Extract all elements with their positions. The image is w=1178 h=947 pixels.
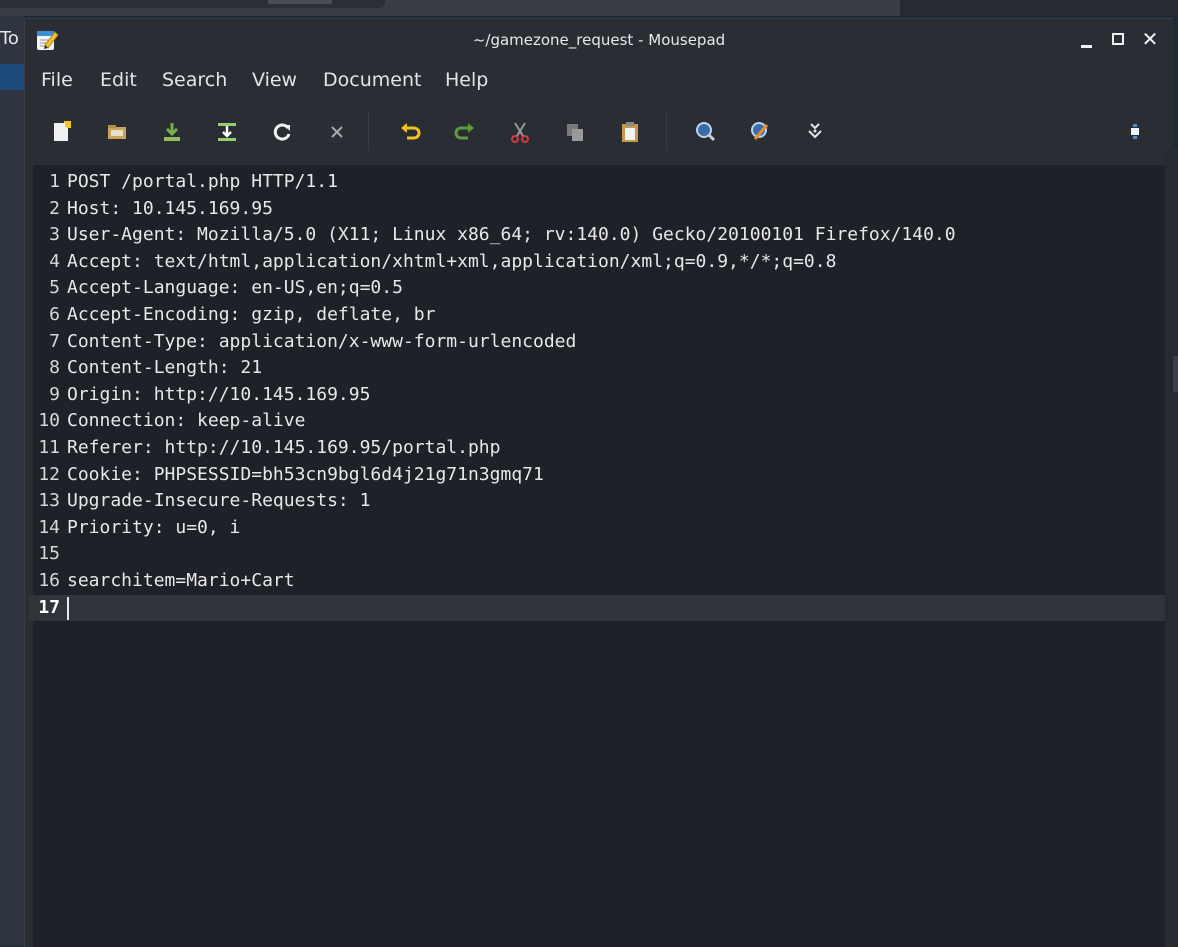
line-text: Connection: keep-alive	[67, 410, 306, 432]
editor-line[interactable]: 2 Host: 10.145.169.95	[29, 196, 1165, 223]
paste-icon[interactable]	[617, 119, 643, 145]
line-number: 8	[49, 357, 60, 379]
background-window-top	[0, 0, 900, 16]
line-number: 6	[49, 304, 60, 325]
background-selection	[0, 64, 24, 90]
line-number: 13	[38, 490, 60, 512]
text-cursor	[67, 596, 69, 620]
redo-icon[interactable]	[452, 119, 478, 145]
line-text: Accept-Language: en-US,en;q=0.5	[67, 277, 403, 299]
line-number: 9	[49, 383, 60, 405]
editor-line[interactable]: 12 Cookie: PHPSESSID=bh53cn9bgl6d4j21g71n…	[29, 462, 1165, 489]
menu-file[interactable]: File	[41, 69, 73, 91]
line-text: Priority: u=0, i	[67, 516, 241, 538]
line-text: Content-Length: 21	[67, 357, 263, 379]
menu-edit[interactable]: Edit	[100, 69, 137, 91]
line-number: 10	[38, 410, 60, 432]
line-number: 5	[49, 277, 60, 299]
editor-line[interactable]: 10 Connection: keep-alive	[29, 408, 1165, 435]
menu-help[interactable]: Help	[445, 69, 488, 91]
close-window-button[interactable]: ✕	[1140, 29, 1160, 49]
scrollbar-track[interactable]	[1165, 148, 1178, 946]
mousepad-window: ~/gamezone_request - Mousepad ✕ File Edi…	[24, 18, 1173, 947]
line-number: 2	[49, 197, 60, 219]
save-as-icon[interactable]	[214, 119, 240, 145]
editor-line[interactable]: 7 Content-Type: application/x-www-form-ur…	[29, 329, 1165, 356]
maximize-button[interactable]	[1108, 29, 1128, 49]
menu-bar: File Edit Search View Document Help	[25, 61, 1173, 99]
title-bar[interactable]: ~/gamezone_request - Mousepad ✕	[25, 19, 1173, 61]
line-text: Referer: http://10.145.169.95/portal.php	[67, 437, 501, 458]
cut-icon[interactable]	[507, 119, 533, 145]
editor-line[interactable]: 5 Accept-Language: en-US,en;q=0.5	[29, 275, 1165, 302]
undo-icon[interactable]	[397, 119, 423, 145]
background-window-text: To	[0, 28, 19, 49]
find-replace-icon[interactable]	[747, 119, 773, 145]
menu-document[interactable]: Document	[323, 69, 421, 91]
background-desktop	[900, 0, 1178, 16]
line-text: searchitem=Mario+Cart	[67, 570, 295, 591]
editor-line[interactable]: 13 Upgrade-Insecure-Requests: 1	[29, 488, 1165, 515]
editor-line[interactable]: 9 Origin: http://10.145.169.95	[29, 382, 1165, 409]
line-number: 14	[38, 516, 60, 538]
line-text: Accept: text/html,application/xhtml+xml,…	[67, 250, 837, 272]
editor-line[interactable]: 15	[29, 541, 1165, 568]
editor-line[interactable]: 14 Priority: u=0, i	[29, 515, 1165, 542]
editor-line[interactable]: 6 Accept-Encoding: gzip, deflate, br	[29, 302, 1165, 329]
text-editor[interactable]: 1 POST /portal.php HTTP/1.1 2 Host: 10.145.…	[29, 165, 1165, 947]
copy-icon[interactable]	[562, 119, 588, 145]
toolbar-separator	[368, 111, 369, 151]
window-title: ~/gamezone_request - Mousepad	[472, 31, 726, 49]
editor-line[interactable]: 4 Accept: text/html,application/xhtml+xml…	[29, 249, 1165, 276]
line-number: 17	[38, 596, 60, 618]
background-window-left	[0, 16, 24, 946]
line-number: 15	[38, 543, 60, 565]
find-icon[interactable]	[692, 119, 718, 145]
line-number: 4	[49, 250, 60, 272]
toolbar-separator	[666, 111, 667, 151]
new-document-icon[interactable]	[49, 119, 75, 145]
line-number: 11	[38, 437, 60, 458]
go-to-icon[interactable]	[802, 119, 828, 145]
editor-line[interactable]: 8 Content-Length: 21	[29, 355, 1165, 382]
line-number: 7	[49, 330, 60, 352]
editor-line[interactable]: 1 POST /portal.php HTTP/1.1	[29, 169, 1165, 196]
line-number: 12	[38, 463, 60, 485]
line-text: User-Agent: Mozilla/5.0 (X11; Linux x86_…	[67, 224, 956, 246]
line-text: Upgrade-Insecure-Requests: 1	[67, 490, 371, 512]
line-text: Cookie: PHPSESSID=bh53cn9bgl6d4j21g71n3g…	[67, 463, 544, 485]
line-number: 1	[49, 171, 60, 192]
menu-search[interactable]: Search	[162, 69, 227, 91]
fullscreen-icon[interactable]	[1122, 119, 1148, 145]
line-number: 3	[49, 224, 60, 246]
line-text: Host: 10.145.169.95	[67, 197, 273, 219]
background-window-button	[268, 0, 332, 4]
line-text: POST /portal.php HTTP/1.1	[67, 171, 338, 192]
line-number: 16	[38, 570, 60, 591]
line-text: Content-Type: application/x-www-form-url…	[67, 330, 577, 352]
editor-line[interactable]: 3 User-Agent: Mozilla/5.0 (X11; Linux x86…	[29, 222, 1165, 249]
editor-line[interactable]: 16 searchitem=Mario+Cart	[29, 568, 1165, 595]
save-icon[interactable]	[159, 119, 185, 145]
reload-icon[interactable]	[269, 119, 295, 145]
editor-line[interactable]: 17	[29, 594, 1165, 622]
line-text: Accept-Encoding: gzip, deflate, br	[67, 304, 436, 325]
scrollbar-thumb[interactable]	[1173, 356, 1178, 392]
close-tab-icon[interactable]	[324, 119, 350, 145]
toolbar	[25, 101, 1173, 163]
minimize-button[interactable]	[1077, 29, 1097, 49]
open-folder-icon[interactable]	[104, 119, 130, 145]
menu-view[interactable]: View	[252, 69, 297, 91]
editor-line[interactable]: 11 Referer: http://10.145.169.95/portal.p…	[29, 435, 1165, 462]
line-text: Origin: http://10.145.169.95	[67, 383, 371, 405]
